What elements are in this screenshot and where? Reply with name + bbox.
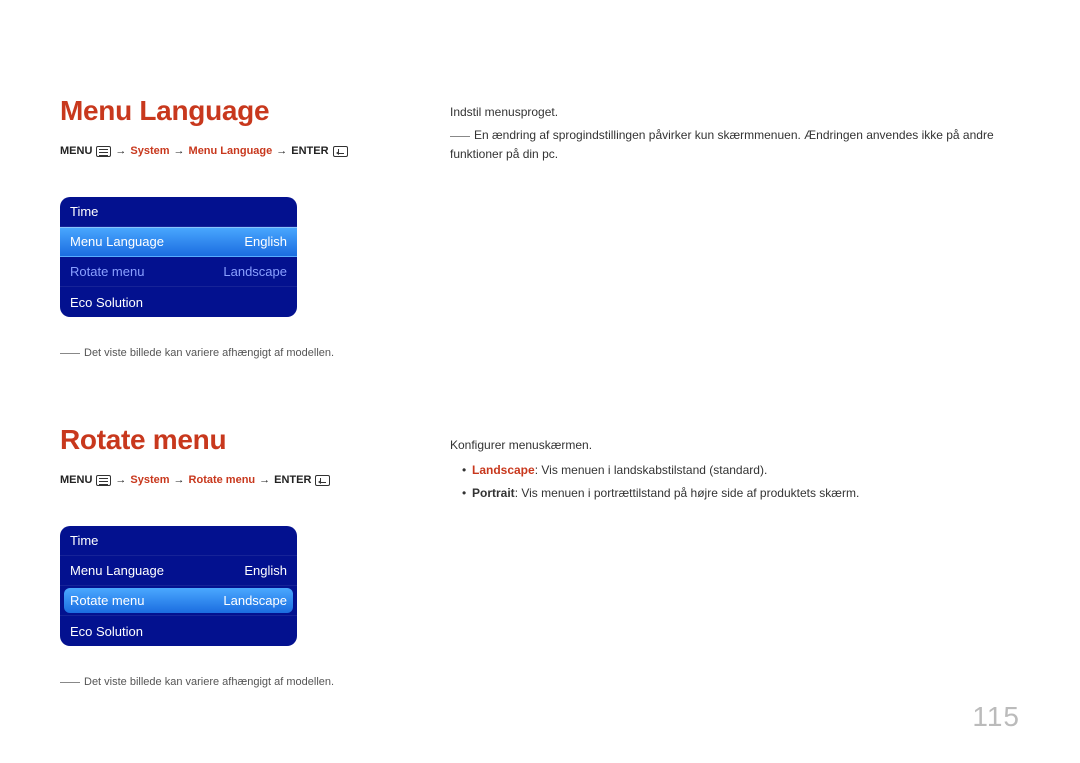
menu-row-label: Rotate menu: [70, 593, 144, 608]
menu-icon: [96, 146, 111, 157]
menu-row-label: Time: [70, 204, 98, 219]
section-rotate-menu: Rotate menu MENU → System → Rotate menu …: [60, 414, 1020, 688]
arrow-icon: →: [115, 474, 126, 486]
bullet-landscape: Landscape: Vis menuen i landskabstilstan…: [462, 461, 1020, 480]
arrow-icon: →: [174, 474, 185, 486]
menu-row-label: Menu Language: [70, 234, 164, 249]
left-column-1: Menu Language MENU → System → Menu Langu…: [60, 95, 380, 359]
bc-enter: ENTER: [291, 145, 328, 157]
breadcrumb-2: MENU → System → Rotate menu → ENTER: [60, 474, 380, 486]
heading-rotate-menu: Rotate menu: [60, 424, 380, 456]
bc-enter: ENTER: [274, 474, 311, 486]
osd-menu-panel-1: Time Menu Language English Rotate menu L…: [60, 197, 297, 317]
menu-row-time: Time: [60, 526, 297, 556]
right-column-2: Konfigurer menuskærmen. Landscape: Vis m…: [450, 424, 1020, 504]
description-p2-text: En ændring af sprogindstillingen påvirke…: [450, 128, 994, 161]
page-number: 115: [972, 701, 1020, 733]
description-p1: Konfigurer menuskærmen.: [450, 436, 1020, 455]
left-column-2: Rotate menu MENU → System → Rotate menu …: [60, 424, 380, 688]
menu-row-label: Eco Solution: [70, 295, 143, 310]
note-text: Det viste billede kan variere afhængigt …: [84, 676, 334, 688]
enter-icon: [333, 146, 348, 157]
dash-icon: [60, 682, 80, 683]
bc-system: System: [130, 474, 169, 486]
bc-system: System: [130, 145, 169, 157]
menu-row-value: English: [244, 234, 287, 249]
bc-menu: MENU: [60, 474, 92, 486]
bullet-keyword: Portrait: [472, 486, 515, 500]
description-p1: Indstil menusproget.: [450, 103, 1020, 122]
description-p2: En ændring af sprogindstillingen påvirke…: [450, 126, 1020, 164]
dash-icon: [60, 353, 80, 354]
menu-row-time: Time: [60, 197, 297, 227]
bullet-text: : Vis menuen i portrættilstand på højre …: [515, 486, 860, 500]
menu-row-menu-language: Menu Language English: [60, 227, 297, 257]
arrow-icon: →: [276, 145, 287, 157]
menu-row-label: Time: [70, 533, 98, 548]
arrow-icon: →: [174, 145, 185, 157]
bc-item: Menu Language: [189, 145, 273, 157]
breadcrumb-1: MENU → System → Menu Language → ENTER: [60, 145, 380, 157]
menu-row-rotate-menu: Rotate menu Landscape: [60, 257, 297, 287]
menu-row-value: Landscape: [223, 264, 287, 279]
menu-row-label: Menu Language: [70, 563, 164, 578]
bullet-text: : Vis menuen i landskabstilstand (standa…: [535, 463, 768, 477]
note-2: Det viste billede kan variere afhængigt …: [60, 676, 380, 688]
bullet-list: Landscape: Vis menuen i landskabstilstan…: [450, 461, 1020, 503]
arrow-icon: →: [115, 145, 126, 157]
right-column-1: Indstil menusproget. En ændring af sprog…: [450, 95, 1020, 165]
menu-row-value: Landscape: [223, 593, 287, 608]
note-1: Det viste billede kan variere afhængigt …: [60, 347, 380, 359]
dash-icon: [450, 136, 470, 137]
menu-row-label: Eco Solution: [70, 624, 143, 639]
note-text: Det viste billede kan variere afhængigt …: [84, 347, 334, 359]
heading-menu-language: Menu Language: [60, 95, 380, 127]
arrow-icon: →: [259, 474, 270, 486]
bc-menu: MENU: [60, 145, 92, 157]
page: Menu Language MENU → System → Menu Langu…: [0, 0, 1080, 763]
menu-row-label: Rotate menu: [70, 264, 144, 279]
osd-menu-panel-2: Time Menu Language English Rotate menu L…: [60, 526, 297, 646]
menu-row-rotate-menu: Rotate menu Landscape: [60, 586, 297, 616]
section-menu-language: Menu Language MENU → System → Menu Langu…: [60, 95, 1020, 359]
menu-row-value: English: [244, 563, 287, 578]
menu-row-menu-language: Menu Language English: [60, 556, 297, 586]
bc-item: Rotate menu: [189, 474, 256, 486]
bullet-portrait: Portrait: Vis menuen i portrættilstand p…: [462, 484, 1020, 503]
bullet-keyword: Landscape: [472, 463, 535, 477]
menu-row-eco-solution: Eco Solution: [60, 287, 297, 317]
menu-icon: [96, 475, 111, 486]
enter-icon: [315, 475, 330, 486]
menu-row-eco-solution: Eco Solution: [60, 616, 297, 646]
